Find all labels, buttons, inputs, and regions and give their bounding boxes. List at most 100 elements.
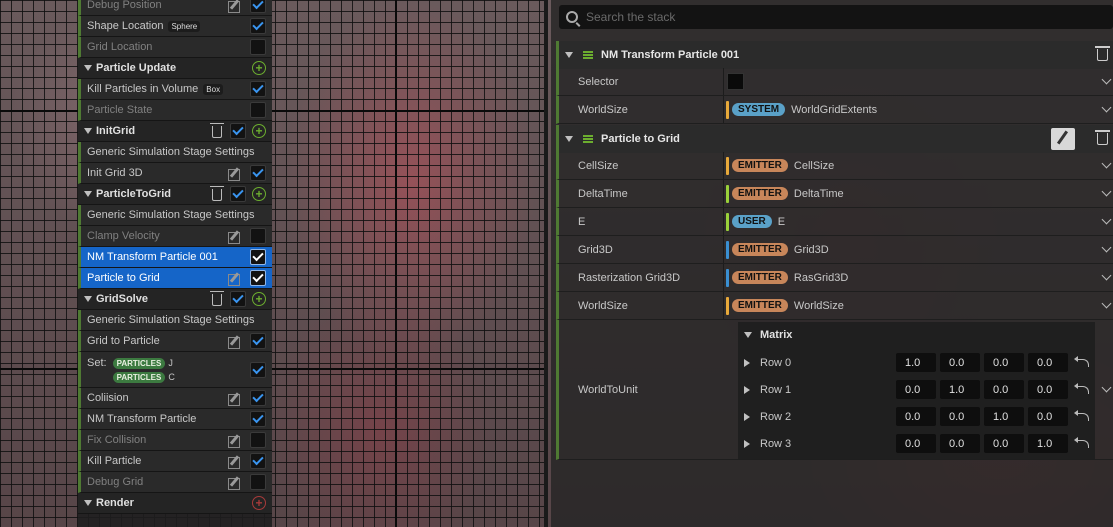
add-module-icon[interactable]: +	[252, 61, 266, 75]
stage-header-particletogrid[interactable]: ParticleToGrid +	[78, 184, 272, 205]
matrix-value-input[interactable]: 0.0	[896, 380, 936, 399]
edit-icon[interactable]	[228, 0, 242, 13]
module-row-set[interactable]: Set: PARTICLES J PARTICLES C	[78, 352, 272, 388]
enable-checkbox[interactable]	[250, 474, 266, 490]
color-swatch[interactable]	[727, 73, 744, 90]
param-value-field[interactable]: EMITTER CellSize	[723, 152, 1113, 179]
param-value-field[interactable]: EMITTER DeltaTime	[723, 180, 1113, 207]
matrix-value-input[interactable]: 0.0	[1028, 380, 1068, 399]
drag-handle-icon[interactable]	[583, 51, 593, 59]
matrix-value-input[interactable]: 0.0	[940, 353, 980, 372]
collapse-arrow-icon[interactable]	[744, 331, 752, 338]
module-row-generic-simulation-stage-settings[interactable]: Generic Simulation Stage Settings	[78, 142, 272, 163]
enable-checkbox[interactable]	[250, 361, 266, 378]
add-module-icon[interactable]: +	[252, 292, 266, 306]
enable-checkbox[interactable]	[250, 390, 266, 406]
module-row-grid-to-particle[interactable]: Grid to Particle	[78, 331, 272, 352]
module-row-nm-transform-particle[interactable]: NM Transform Particle	[78, 409, 272, 430]
edit-note-icon[interactable]	[1051, 128, 1075, 150]
enable-checkbox[interactable]	[250, 228, 266, 244]
module-row-debug-grid[interactable]: Debug Grid	[78, 472, 272, 493]
trash-icon[interactable]	[210, 123, 224, 138]
edit-icon[interactable]	[228, 272, 242, 286]
enable-checkbox[interactable]	[250, 270, 266, 286]
module-row-generic-simulation-stage-settings[interactable]: Generic Simulation Stage Settings	[78, 310, 272, 331]
chevron-down-icon[interactable]	[1101, 382, 1112, 393]
enable-checkbox[interactable]	[230, 291, 246, 307]
module-row-kill-particle[interactable]: Kill Particle	[78, 451, 272, 472]
edit-icon[interactable]	[228, 230, 242, 244]
module-row-particle-to-grid[interactable]: Particle to Grid	[78, 268, 272, 289]
enable-checkbox[interactable]	[250, 432, 266, 448]
enable-checkbox[interactable]	[250, 0, 266, 13]
collapse-arrow-icon[interactable]	[565, 136, 573, 142]
section-header-particle-to-grid[interactable]: Particle to Grid	[556, 125, 1113, 153]
matrix-value-input[interactable]: 0.0	[940, 434, 980, 453]
expand-arrow-icon[interactable]	[744, 439, 750, 448]
param-value-field[interactable]: EMITTER RasGrid3D	[723, 264, 1113, 291]
collapse-arrow-icon[interactable]	[565, 52, 573, 58]
add-renderer-icon[interactable]: +	[252, 496, 266, 510]
enable-checkbox[interactable]	[250, 102, 266, 118]
enable-checkbox[interactable]	[250, 81, 266, 97]
stack-search-box[interactable]: Search the stack	[559, 5, 1113, 29]
enable-checkbox[interactable]	[230, 186, 246, 202]
collapse-arrow-icon[interactable]	[84, 191, 92, 197]
section-header-nm-transform[interactable]: NM Transform Particle 001	[556, 41, 1113, 69]
module-row-shape-location[interactable]: Shape Location Sphere	[78, 16, 272, 37]
param-value-field[interactable]: EMITTER WorldSize	[723, 292, 1113, 319]
stage-header-gridsolve[interactable]: GridSolve +	[78, 289, 272, 310]
reset-icon[interactable]	[1074, 409, 1089, 421]
matrix-value-input[interactable]: 0.0	[896, 434, 936, 453]
stage-header-render[interactable]: Render +	[78, 493, 272, 514]
module-row-coliision[interactable]: Coliision	[78, 388, 272, 409]
stage-header-initgrid[interactable]: InitGrid +	[78, 121, 272, 142]
trash-icon[interactable]	[1095, 46, 1110, 61]
matrix-value-input[interactable]: 0.0	[1028, 407, 1068, 426]
add-module-icon[interactable]: +	[252, 187, 266, 201]
enable-checkbox[interactable]	[230, 123, 246, 139]
edit-icon[interactable]	[228, 392, 242, 406]
module-row-init-grid-3d[interactable]: Init Grid 3D	[78, 163, 272, 184]
matrix-value-input[interactable]: 0.0	[896, 407, 936, 426]
matrix-value-input[interactable]: 1.0	[1028, 434, 1068, 453]
module-row-particle-state[interactable]: Particle State	[78, 100, 272, 121]
reset-icon[interactable]	[1074, 436, 1089, 448]
edit-icon[interactable]	[228, 167, 242, 181]
param-value-field[interactable]: EMITTER Grid3D	[723, 236, 1113, 263]
matrix-value-input[interactable]: 0.0	[984, 380, 1024, 399]
matrix-value-input[interactable]: 1.0	[940, 380, 980, 399]
matrix-value-input[interactable]: 1.0	[896, 353, 936, 372]
module-row-debug-position[interactable]: Debug Position	[78, 0, 272, 16]
module-row-generic-simulation-stage-settings[interactable]: Generic Simulation Stage Settings	[78, 205, 272, 226]
edit-icon[interactable]	[228, 476, 242, 490]
collapse-arrow-icon[interactable]	[84, 500, 92, 506]
trash-icon[interactable]	[210, 291, 224, 306]
enable-checkbox[interactable]	[250, 411, 266, 427]
matrix-value-input[interactable]: 0.0	[984, 353, 1024, 372]
enable-checkbox[interactable]	[250, 39, 266, 55]
edit-icon[interactable]	[228, 434, 242, 448]
enable-checkbox[interactable]	[250, 333, 266, 349]
stage-header-particle-update[interactable]: Particle Update +	[78, 58, 272, 79]
module-row-kill-particles-in-volume[interactable]: Kill Particles in Volume Box	[78, 79, 272, 100]
param-value-field[interactable]: USER E	[723, 208, 1113, 235]
matrix-value-input[interactable]: 0.0	[984, 434, 1024, 453]
module-row-fix-collision[interactable]: Fix Collision	[78, 430, 272, 451]
module-row-nm-transform-particle-001[interactable]: NM Transform Particle 001	[78, 247, 272, 268]
expand-arrow-icon[interactable]	[744, 412, 750, 421]
trash-icon[interactable]	[1095, 130, 1110, 145]
collapse-arrow-icon[interactable]	[84, 296, 92, 302]
enable-checkbox[interactable]	[250, 165, 266, 181]
edit-icon[interactable]	[228, 455, 242, 469]
enable-checkbox[interactable]	[250, 453, 266, 469]
module-row-clamp-velocity[interactable]: Clamp Velocity	[78, 226, 272, 247]
enable-checkbox[interactable]	[250, 249, 266, 265]
matrix-value-input[interactable]: 0.0	[1028, 353, 1068, 372]
matrix-value-input[interactable]: 1.0	[984, 407, 1024, 426]
matrix-value-input[interactable]: 0.0	[940, 407, 980, 426]
collapse-arrow-icon[interactable]	[84, 65, 92, 71]
reset-icon[interactable]	[1074, 355, 1089, 367]
matrix-header[interactable]: Matrix	[738, 322, 1095, 347]
expand-arrow-icon[interactable]	[744, 385, 750, 394]
